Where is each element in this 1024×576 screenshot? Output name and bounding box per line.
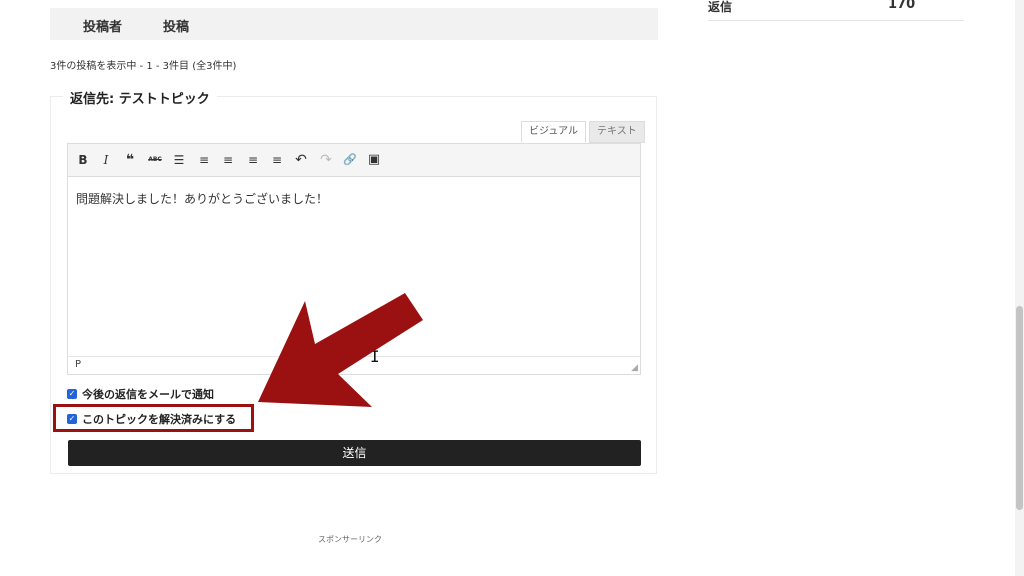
pagination-count: 3件の投稿を表示中 - 1 - 3件目 (全3件中) [50, 61, 237, 72]
replies-count: 170 [888, 0, 916, 12]
reply-editor: B I ❝ ABC ☰ ≡ ≡ ≡ ≡ ↶ ↷ 🔗 ▣ 問題解決しました！ありが… [67, 143, 641, 375]
scrollbar-thumb[interactable] [1016, 306, 1023, 510]
tab-text[interactable]: テキスト [589, 121, 645, 143]
strikethrough-icon[interactable]: ABC [146, 152, 164, 168]
annotation-highlight-box [53, 404, 254, 432]
notify-checkbox[interactable]: ✓ 今後の返信をメールで通知 [67, 386, 214, 402]
reply-legend: 返信先: テストトピック [63, 88, 217, 107]
quote-icon[interactable]: ❝ [121, 152, 139, 168]
bold-icon[interactable]: B [74, 152, 92, 168]
element-path: P [75, 359, 82, 370]
align-center-icon[interactable]: ≡ [244, 152, 262, 168]
checkbox-checked-icon[interactable]: ✓ [67, 389, 77, 399]
redo-icon[interactable]: ↷ [317, 152, 335, 168]
number-list-icon[interactable]: ≡ [195, 152, 213, 168]
bullet-list-icon[interactable]: ☰ [170, 152, 188, 168]
editor-tabs: ビジュアル テキスト [521, 121, 645, 143]
submit-button[interactable]: 送信 [68, 440, 641, 466]
editor-content[interactable]: 問題解決しました！ありがとうございました！ [76, 190, 328, 207]
tab-visual[interactable]: ビジュアル [521, 121, 586, 143]
topic-table-header: 投稿者 投稿 [50, 8, 658, 40]
image-icon[interactable]: ▣ [365, 152, 383, 168]
notify-label: 今後の返信をメールで通知 [82, 388, 214, 401]
editor-statusbar: P ◢ [68, 356, 640, 374]
align-right-icon[interactable]: ≡ [268, 152, 286, 168]
sidebar-replies-row: 返信 170 [708, 0, 964, 21]
col-posts: 投稿 [163, 20, 190, 35]
sponsor-label: スポンサーリンク [318, 535, 382, 544]
italic-icon[interactable]: I [97, 152, 115, 168]
editor-toolbar: B I ❝ ABC ☰ ≡ ≡ ≡ ≡ ↶ ↷ 🔗 ▣ [68, 144, 640, 177]
link-icon[interactable]: 🔗 [341, 152, 359, 168]
resize-grip-icon[interactable]: ◢ [631, 363, 638, 373]
text-cursor-icon: I [370, 347, 380, 366]
undo-icon[interactable]: ↶ [292, 152, 310, 168]
col-author: 投稿者 [83, 20, 123, 35]
align-left-icon[interactable]: ≡ [219, 152, 237, 168]
replies-label: 返信 [708, 0, 733, 14]
